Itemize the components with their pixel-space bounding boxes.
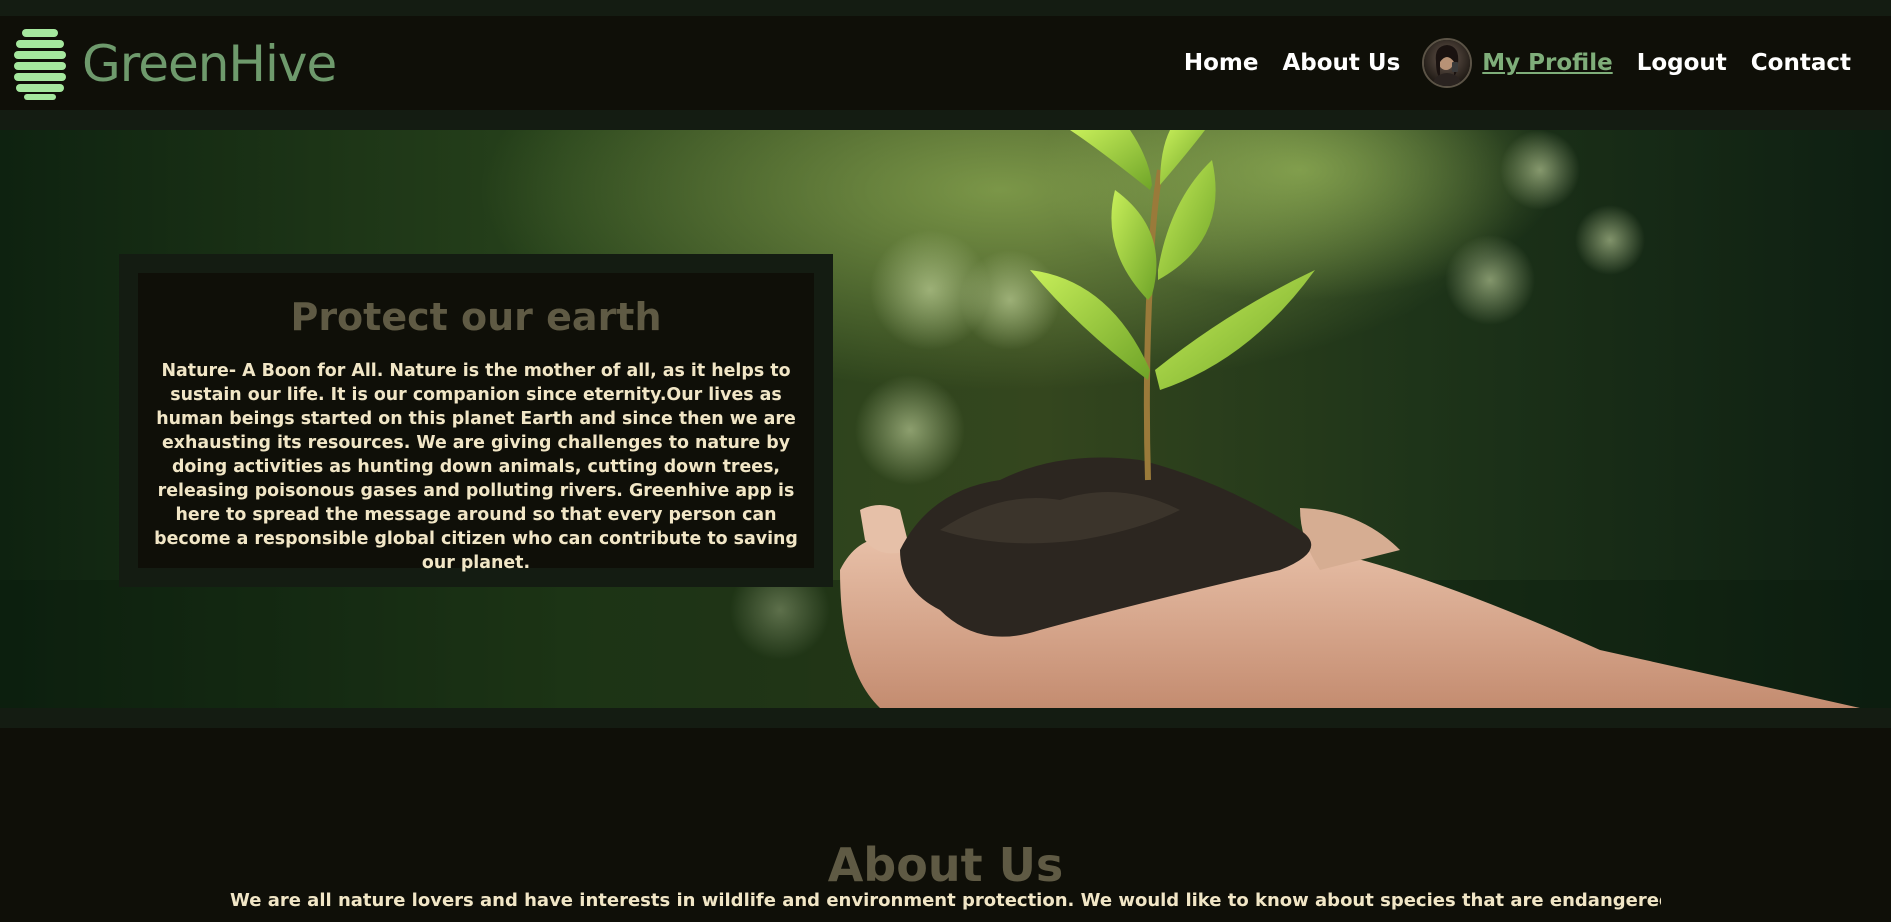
- profile-photo: [1424, 40, 1471, 86]
- nav-logout-link[interactable]: Logout: [1637, 50, 1727, 76]
- hero-bottom-strip: [0, 708, 1891, 728]
- site-header: GreenHive Home About Us My Profile Logou…: [0, 16, 1891, 110]
- hero-card-inner: Protect our earth Nature- A Boon for All…: [138, 273, 814, 573]
- nav-contact-link[interactable]: Contact: [1751, 50, 1851, 76]
- header-strip: [0, 110, 1891, 130]
- hive-logo-icon: [14, 29, 66, 100]
- top-strip: [0, 0, 1891, 16]
- about-text: We are all nature lovers and have intere…: [230, 890, 1661, 911]
- about-title: About Us: [827, 838, 1064, 893]
- avatar[interactable]: [1422, 38, 1473, 88]
- hero-card: Protect our earth Nature- A Boon for All…: [119, 254, 833, 587]
- logo[interactable]: GreenHive: [14, 28, 337, 100]
- brand-name: GreenHive: [82, 35, 337, 93]
- nav-home-link[interactable]: Home: [1184, 50, 1259, 76]
- main-nav: Home About Us My Profile Logout Contact: [1160, 34, 1851, 92]
- nav-my-profile-link[interactable]: My Profile: [1482, 50, 1612, 76]
- nav-about-link[interactable]: About Us: [1282, 50, 1400, 76]
- hero-section: Protect our earth Nature- A Boon for All…: [0, 130, 1891, 708]
- hero-title: Protect our earth: [290, 295, 662, 339]
- hero-text: Nature- A Boon for All. Nature is the mo…: [154, 361, 798, 573]
